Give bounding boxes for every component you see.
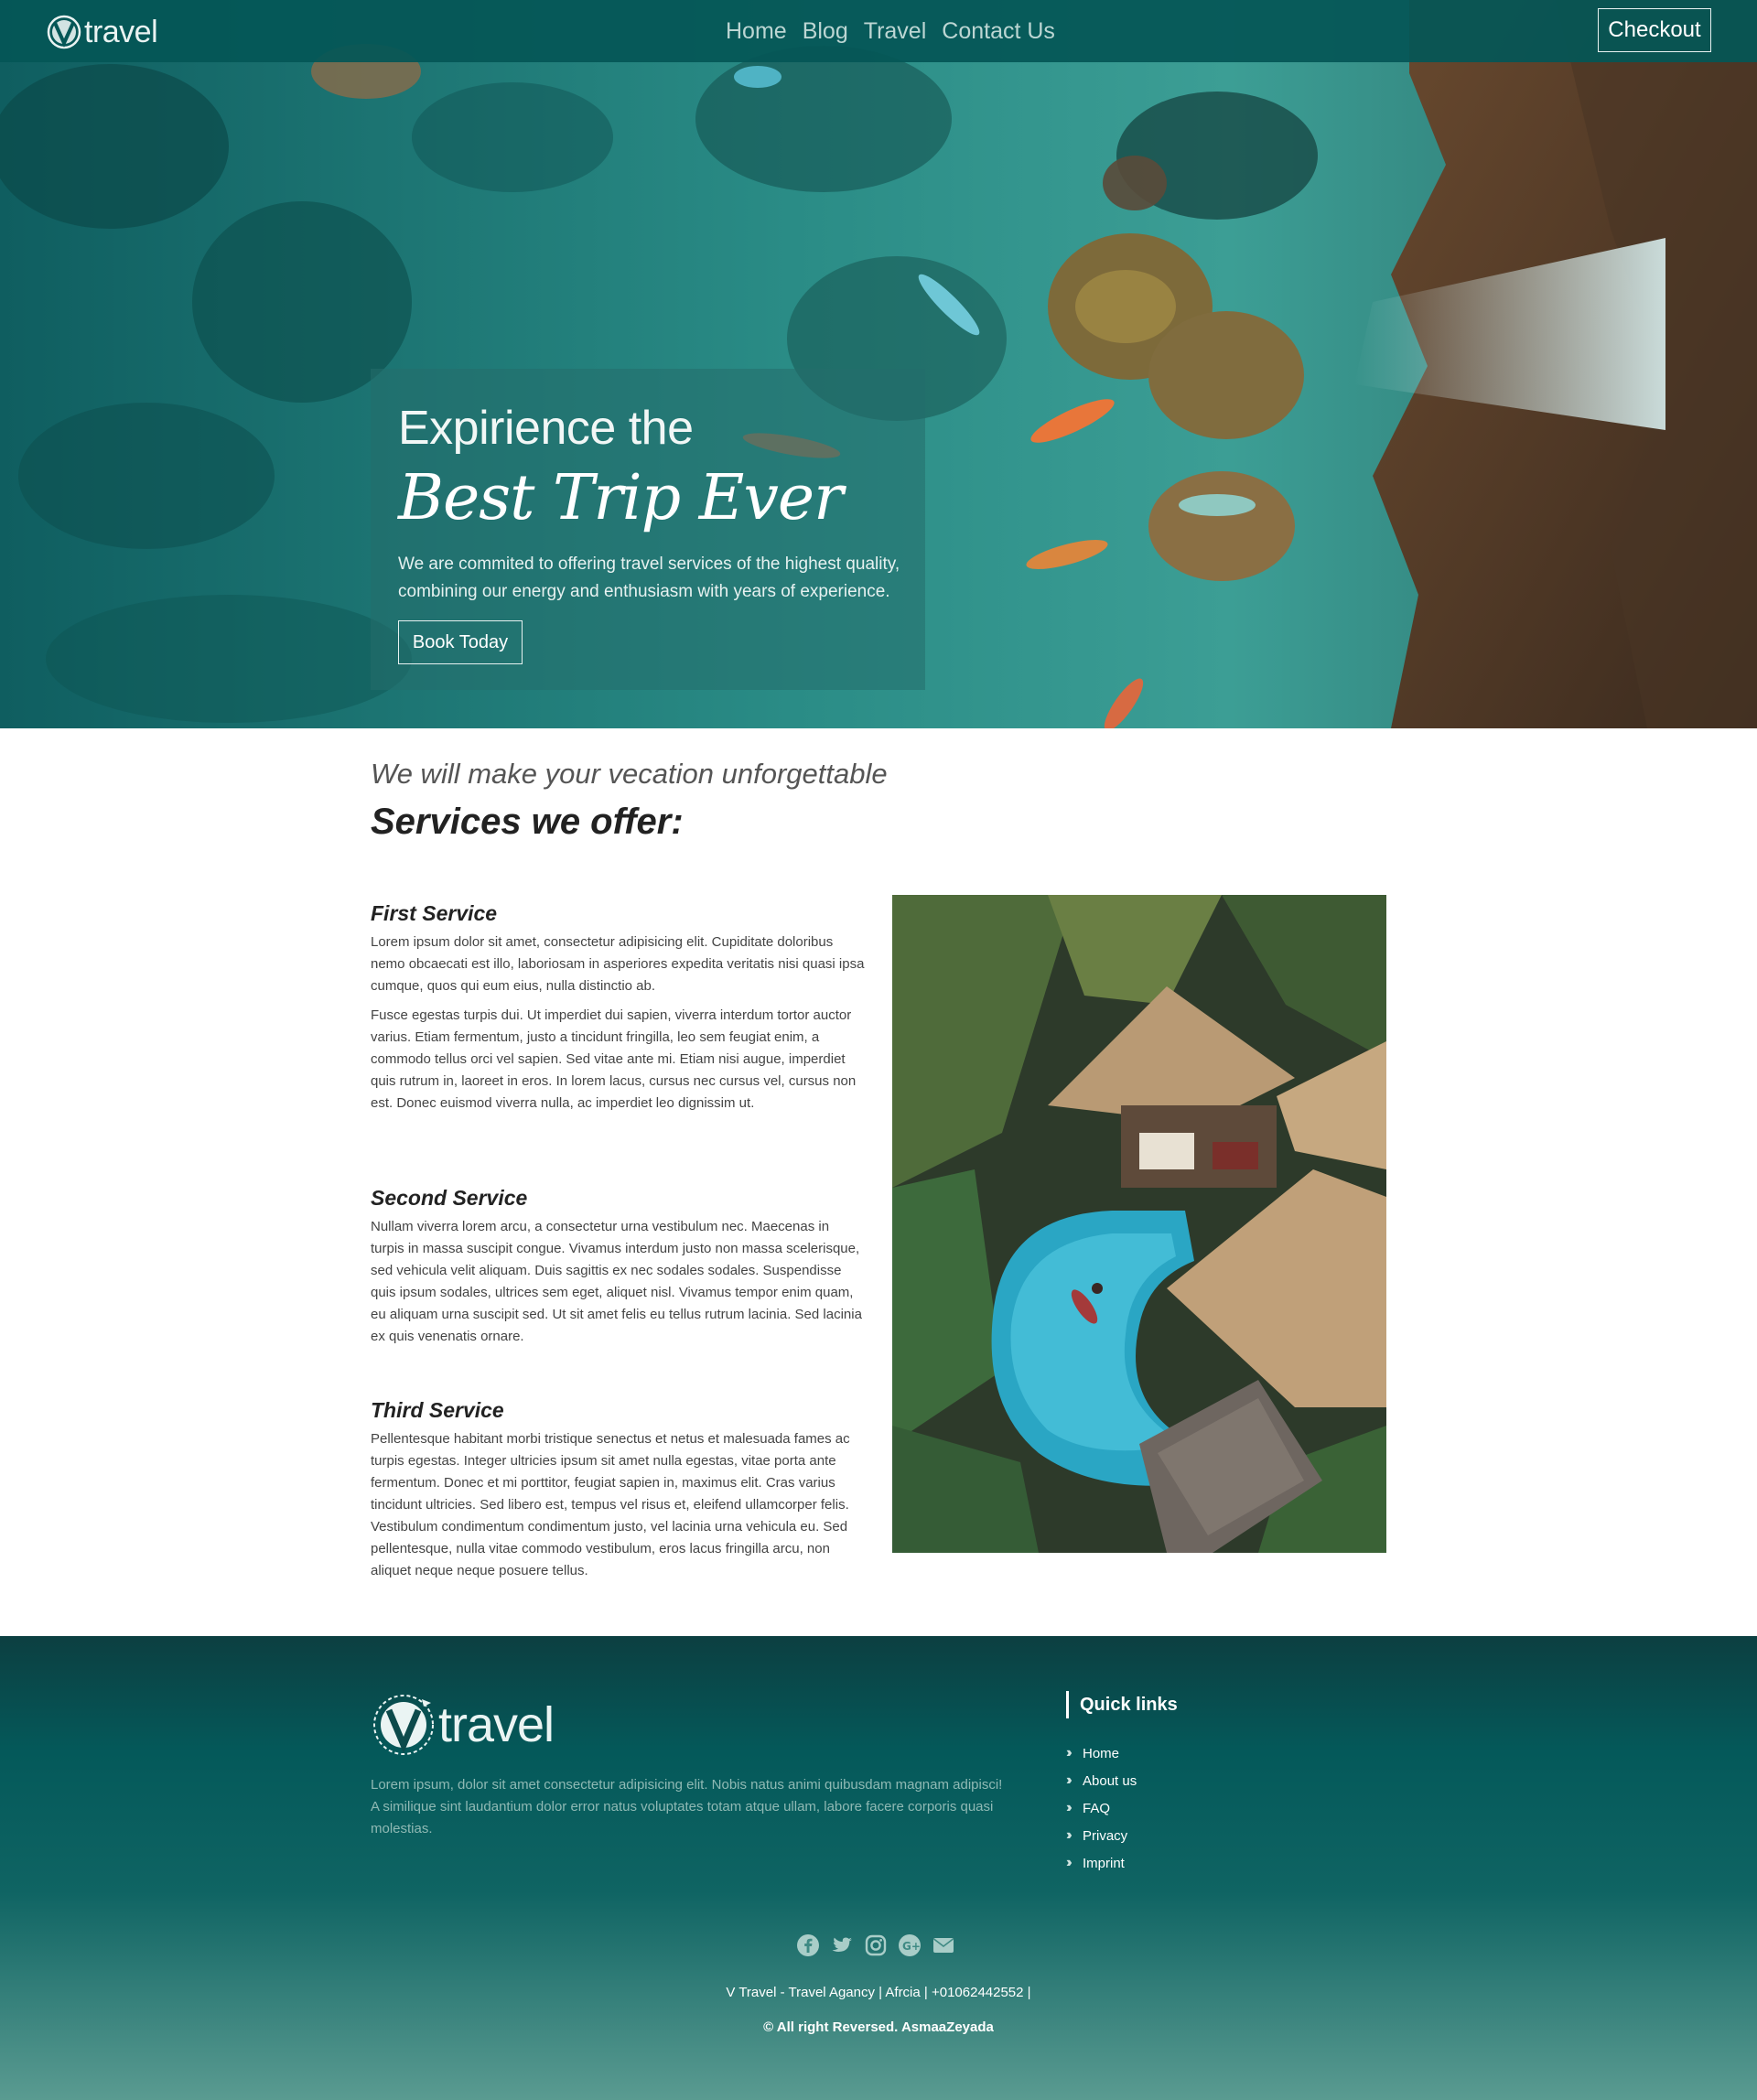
service-paragraph: Pellentesque habitant morbi tristique se… [371, 1431, 850, 1578]
quick-link-about-us[interactable]: About us [1083, 1773, 1137, 1789]
nav-link-home[interactable]: Home [726, 18, 787, 45]
service-paragraph: Lorem ipsum dolor sit amet, consectetur … [371, 934, 865, 994]
double-chevron-right-icon: ›› [1066, 1800, 1073, 1815]
service-item-second: Second Service Nullam viverra lorem arcu… [371, 1186, 865, 1348]
service-title: First Service [371, 901, 498, 925]
facebook-icon[interactable] [796, 1933, 820, 1957]
services-tagline: We will make your vecation unforgettable [371, 758, 888, 790]
globe-logo-icon [373, 1695, 434, 1755]
quick-link-item: ›› FAQ [1066, 1794, 1137, 1822]
brand-logo[interactable]: travel [46, 13, 158, 51]
service-item-first: First Service Lorem ipsum dolor sit amet… [371, 901, 865, 1115]
hero-heading-line2: Best Trip Ever [398, 462, 844, 534]
services-title: Services we offer: [371, 802, 684, 842]
quick-link-item: ›› About us [1066, 1767, 1137, 1794]
footer-contact-info: V Travel - Travel Agancy | Afrcia | +010… [726, 1985, 1031, 2000]
quick-link-home[interactable]: Home [1083, 1746, 1119, 1761]
globe-logo-icon [47, 15, 81, 49]
footer-logo-text: travel [438, 1697, 555, 1752]
hero-card: Expirience the Best Trip Ever We are com… [371, 369, 925, 690]
service-title: Second Service [371, 1186, 528, 1210]
main-nav: Home Blog Travel Contact Us [726, 18, 1055, 45]
quick-link-item: ›› Imprint [1066, 1849, 1137, 1877]
google-plus-icon[interactable]: G+ [898, 1933, 922, 1957]
nav-link-contact-us[interactable]: Contact Us [942, 18, 1055, 45]
svg-text:G+: G+ [902, 1940, 921, 1953]
double-chevron-right-icon: ›› [1066, 1745, 1073, 1761]
social-icons: G+ [796, 1933, 955, 1957]
service-paragraph: Nullam viverra lorem arcu, a consectetur… [371, 1219, 862, 1344]
double-chevron-right-icon: ›› [1066, 1855, 1073, 1870]
envelope-icon[interactable] [932, 1933, 955, 1957]
hero-section: Expirience the Best Trip Ever We are com… [0, 0, 1757, 728]
twitter-icon[interactable] [830, 1933, 854, 1957]
brand-logo-text: travel [84, 14, 158, 49]
service-title: Third Service [371, 1398, 504, 1422]
hero-description: We are commited to offering travel servi… [398, 555, 900, 601]
quick-link-imprint[interactable]: Imprint [1083, 1856, 1125, 1871]
service-item-third: Third Service Pellentesque habitant morb… [371, 1398, 865, 1582]
nav-link-blog[interactable]: Blog [803, 18, 848, 45]
service-paragraph: Fusce egestas turpis dui. Ut imperdiet d… [371, 1007, 857, 1111]
quick-links-list: ›› Home ›› About us ›› FAQ ›› Privacy ›› Impr… [1066, 1739, 1137, 1877]
footer-logo[interactable]: travel [371, 1692, 555, 1758]
resort-pool-illustration [892, 895, 1386, 1553]
hero-heading-line1: Expirience the [398, 402, 694, 455]
quick-link-faq[interactable]: FAQ [1083, 1801, 1110, 1816]
quick-link-privacy[interactable]: Privacy [1083, 1828, 1127, 1844]
double-chevron-right-icon: ›› [1066, 1827, 1073, 1843]
instagram-icon[interactable] [864, 1933, 888, 1957]
quick-link-item: ›› Home [1066, 1739, 1137, 1767]
double-chevron-right-icon: ›› [1066, 1772, 1073, 1788]
nav-link-travel[interactable]: Travel [864, 18, 927, 45]
book-today-button[interactable]: Book Today [398, 620, 523, 664]
footer-description: Lorem ipsum, dolor sit amet consectetur … [371, 1777, 1003, 1836]
footer: travel Lorem ipsum, dolor sit amet conse… [0, 1636, 1757, 2100]
checkout-button[interactable]: Checkout [1598, 8, 1711, 52]
resort-image [892, 895, 1386, 1553]
navbar: travel Home Blog Travel Contact Us Check… [0, 0, 1757, 62]
quick-links-title: Quick links [1066, 1691, 1178, 1718]
footer-copyright: © All right Reversed. AsmaaZeyada [763, 2019, 994, 2035]
quick-link-item: ›› Privacy [1066, 1822, 1137, 1849]
